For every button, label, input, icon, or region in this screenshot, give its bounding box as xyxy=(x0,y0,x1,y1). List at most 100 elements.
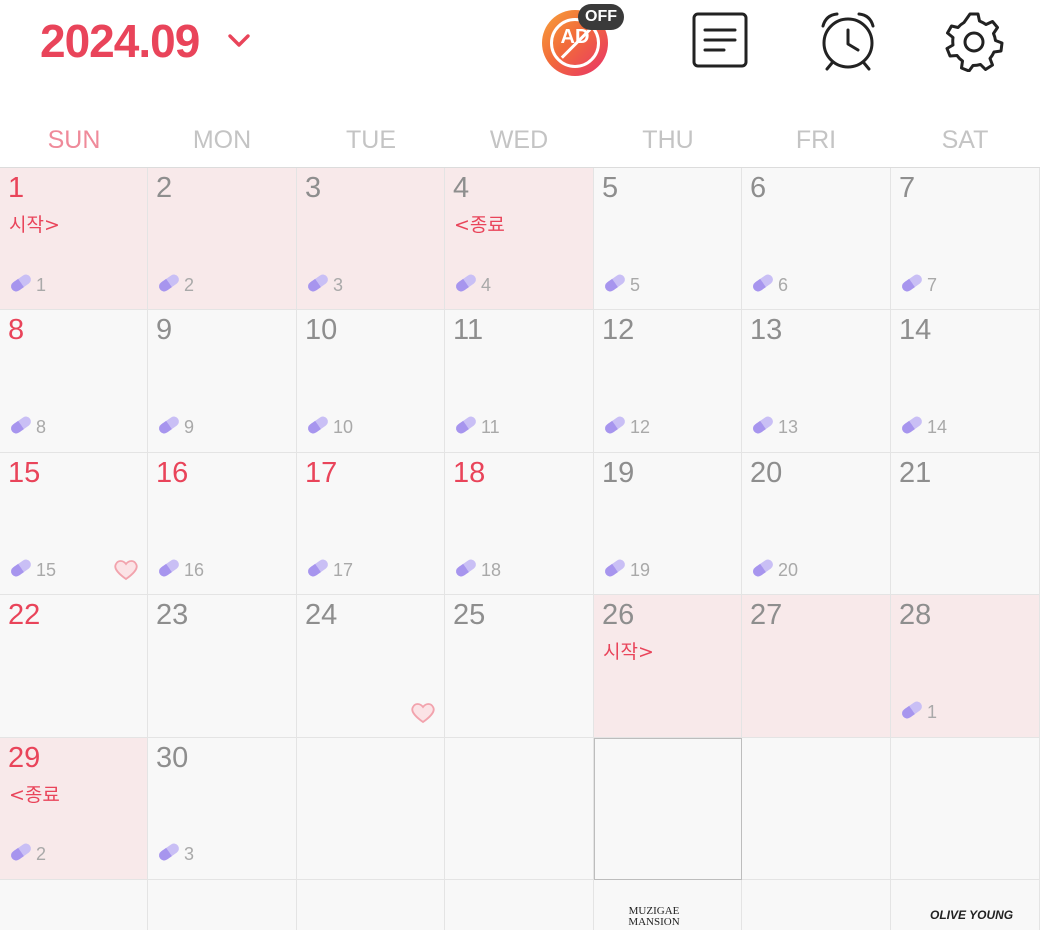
day-cell[interactable]: 55 xyxy=(594,168,742,311)
day-cell[interactable]: 25 xyxy=(445,595,594,738)
chevron-down-icon[interactable] xyxy=(226,30,252,50)
gear-icon[interactable] xyxy=(944,10,1004,72)
day-cell[interactable]: 66 xyxy=(742,168,891,311)
pill-badge: 9 xyxy=(156,416,194,440)
pill-icon xyxy=(899,414,925,441)
day-cell[interactable]: 77 xyxy=(891,168,1040,311)
day-number: 13 xyxy=(750,314,783,347)
month-title[interactable]: 2024.09 xyxy=(40,14,200,68)
day-number: 18 xyxy=(453,456,486,489)
pill-icon xyxy=(305,414,331,441)
day-cell[interactable] xyxy=(891,737,1040,880)
day-cell[interactable]: 33 xyxy=(297,168,445,311)
pill-count: 2 xyxy=(36,844,47,865)
day-number: 3 xyxy=(305,172,322,204)
day-number: 27 xyxy=(750,599,783,632)
day-cell[interactable]: 1 시작> 1 xyxy=(0,168,148,311)
pill-icon xyxy=(305,557,331,584)
day-number: 14 xyxy=(899,314,932,347)
pill-icon xyxy=(305,272,331,299)
day-cell[interactable] xyxy=(297,737,445,880)
day-cell[interactable]: 13 13 xyxy=(742,310,891,453)
day-cell[interactable]: 22 xyxy=(148,168,297,311)
day-cell[interactable]: 12 12 xyxy=(594,310,742,453)
day-cell[interactable]: 4 <종료 4 xyxy=(445,168,594,311)
weekday-mon: MON xyxy=(192,126,252,154)
day-cell[interactable]: 14 14 xyxy=(891,310,1040,453)
pill-badge: 7 xyxy=(899,273,937,297)
pill-badge: 17 xyxy=(305,558,353,582)
day-cell[interactable]: 29 <종료 2 xyxy=(0,737,148,880)
day-cell[interactable]: 19 19 xyxy=(594,452,742,596)
pill-badge: 13 xyxy=(750,416,798,440)
pill-icon xyxy=(8,841,34,868)
day-cell[interactable]: 27 xyxy=(742,595,891,738)
heart-icon xyxy=(409,701,437,725)
pill-count: 15 xyxy=(36,559,57,580)
pill-icon xyxy=(602,414,628,441)
ad-strip-cell xyxy=(445,880,594,930)
day-number: 12 xyxy=(602,314,635,347)
pill-count: 13 xyxy=(778,417,799,438)
day-cell[interactable]: 18 18 xyxy=(445,452,594,596)
day-number: 11 xyxy=(453,314,484,347)
pill-badge: 20 xyxy=(750,558,798,582)
pill-count: 3 xyxy=(184,844,195,865)
pill-count: 5 xyxy=(630,274,641,295)
day-cell[interactable]: 11 11 xyxy=(445,310,594,453)
ad-strip-cell xyxy=(0,880,148,930)
day-cell[interactable]: 15 15 xyxy=(0,452,148,596)
day-cell[interactable]: 26 시작> xyxy=(594,595,742,738)
weekday-sat: SAT xyxy=(941,126,989,154)
pill-count: 3 xyxy=(333,274,344,295)
ad-strip-cell xyxy=(742,880,891,930)
pill-badge: 3 xyxy=(305,273,343,297)
day-cell[interactable]: 21 xyxy=(891,452,1040,596)
pill-badge: 3 xyxy=(156,843,194,867)
pill-count: 2 xyxy=(184,274,195,295)
day-number: 8 xyxy=(8,314,25,347)
weekday-header: SUN MON TUE WED THU FRI SAT xyxy=(0,120,1040,168)
day-cell[interactable]: 17 17 xyxy=(297,452,445,596)
pill-badge: 2 xyxy=(8,843,46,867)
weekday-fri: FRI xyxy=(795,126,837,154)
day-cell[interactable]: 20 20 xyxy=(742,452,891,596)
day-cell[interactable] xyxy=(445,737,594,880)
day-cell[interactable]: 16 16 xyxy=(148,452,297,596)
day-number: 7 xyxy=(899,172,916,204)
day-cell[interactable]: 88 xyxy=(0,310,148,453)
pill-count: 7 xyxy=(927,274,938,295)
day-number: 24 xyxy=(305,599,338,632)
day-cell[interactable]: 30 3 xyxy=(148,737,297,880)
alarm-clock-icon[interactable] xyxy=(818,10,878,72)
memo-list-icon[interactable] xyxy=(690,10,750,72)
pill-count: 14 xyxy=(927,417,948,438)
day-cell[interactable]: 28 1 xyxy=(891,595,1040,738)
pill-count: 19 xyxy=(630,559,651,580)
day-number: 5 xyxy=(602,172,619,204)
weekday-wed: WED xyxy=(489,126,549,154)
day-cell[interactable]: 10 10 xyxy=(297,310,445,453)
heart-icon xyxy=(112,558,140,582)
day-cell[interactable] xyxy=(594,737,742,880)
pill-icon xyxy=(602,557,628,584)
pill-icon xyxy=(899,699,925,726)
pill-badge: 1 xyxy=(899,701,937,725)
pill-icon xyxy=(750,414,776,441)
pill-icon xyxy=(750,272,776,299)
muzigae-mansion-logo: MUZIGAE MANSION xyxy=(628,905,680,928)
day-cell[interactable]: 22 xyxy=(0,595,148,738)
ad-off-button[interactable]: AD OFF xyxy=(540,4,624,76)
day-cell[interactable]: 23 xyxy=(148,595,297,738)
pill-badge: 5 xyxy=(602,273,640,297)
day-cell[interactable] xyxy=(742,737,891,880)
pill-count: 11 xyxy=(481,417,500,438)
day-cell[interactable]: 24 xyxy=(297,595,445,738)
day-cell[interactable]: 99 xyxy=(148,310,297,453)
pill-badge: 18 xyxy=(453,558,501,582)
pill-count: 1 xyxy=(36,274,47,295)
pill-count: 16 xyxy=(184,559,205,580)
pill-icon xyxy=(8,414,34,441)
day-number: 30 xyxy=(156,741,189,774)
pill-icon xyxy=(453,272,479,299)
